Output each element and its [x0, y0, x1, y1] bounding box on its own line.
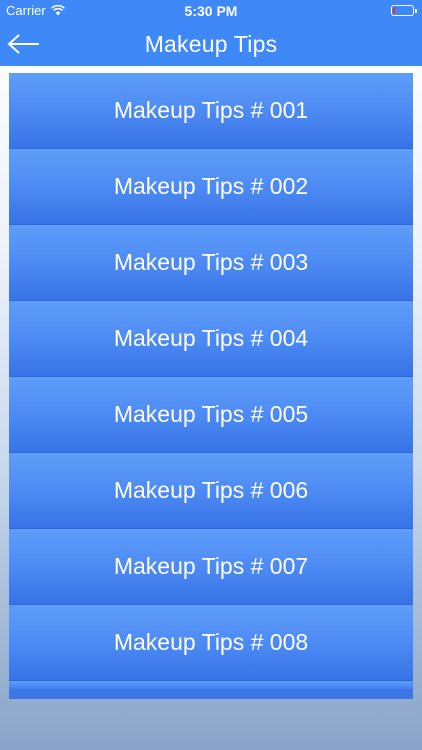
list-item-partial[interactable] — [9, 681, 413, 691]
navigation-bar: Makeup Tips — [0, 22, 422, 66]
list-item-label: Makeup Tips # 003 — [113, 249, 309, 275]
list-item-label: Makeup Tips # 001 — [113, 97, 309, 123]
list-item-label: Makeup Tips # 006 — [113, 477, 309, 503]
list-item-label: Makeup Tips # 005 — [113, 401, 309, 427]
list-item-tip-006[interactable]: Makeup Tips # 006 — [9, 453, 413, 529]
list-item-label: Makeup Tips # 002 — [113, 173, 309, 199]
page-title: Makeup Tips — [144, 31, 278, 57]
list-item-label: Makeup Tips # 007 — [113, 553, 309, 579]
battery-level — [393, 7, 395, 14]
list-item-label: Makeup Tips # 008 — [113, 629, 309, 655]
list-item-tip-004[interactable]: Makeup Tips # 004 — [9, 301, 413, 377]
list-item-tip-008[interactable]: Makeup Tips # 008 — [9, 605, 413, 681]
battery-icon — [391, 5, 417, 16]
status-time: 5:30 PM — [184, 3, 238, 19]
status-bar: Carrier 5:30 PM — [0, 0, 422, 22]
list-item-tip-002[interactable]: Makeup Tips # 002 — [9, 149, 413, 225]
list-item-label: Makeup Tips # 004 — [113, 325, 309, 351]
tips-list[interactable]: Makeup Tips # 001 Makeup Tips # 002 Make… — [9, 73, 413, 699]
list-item-tip-003[interactable]: Makeup Tips # 003 — [9, 225, 413, 301]
list-item-tip-007[interactable]: Makeup Tips # 007 — [9, 529, 413, 605]
list-item-tip-001[interactable]: Makeup Tips # 001 — [9, 73, 413, 149]
list-item-tip-005[interactable]: Makeup Tips # 005 — [9, 377, 413, 453]
